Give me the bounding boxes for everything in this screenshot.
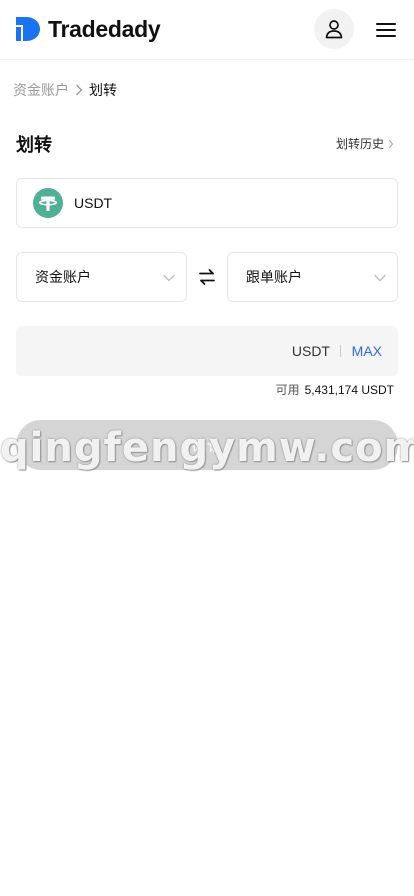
top-nav-bar: Tradedady xyxy=(0,0,414,60)
chevron-right-icon xyxy=(75,84,83,96)
to-account-select[interactable]: 跟单账户 xyxy=(227,252,398,302)
from-account-select[interactable]: 资金账户 xyxy=(16,252,187,302)
transfer-history-link[interactable]: 划转历史 xyxy=(336,135,394,152)
page-title: 划转 xyxy=(16,135,52,156)
max-button[interactable]: MAX xyxy=(352,343,382,359)
chevron-down-icon xyxy=(162,271,176,287)
hamburger-menu-icon xyxy=(376,23,396,37)
available-balance: 可用 5,431,174 USDT xyxy=(276,381,394,398)
tradedady-logo-icon xyxy=(16,17,40,41)
transfer-history-label: 划转历史 xyxy=(335,137,384,151)
brand-logo[interactable]: Tradedady xyxy=(16,16,161,42)
breadcrumb-current: 划转 xyxy=(89,83,117,99)
chevron-right-icon xyxy=(388,139,394,149)
chevron-down-icon xyxy=(373,271,387,287)
breadcrumb-parent-link[interactable]: 资金账户 xyxy=(13,80,69,100)
coin-selector[interactable]: USDT xyxy=(16,178,398,228)
user-account-button[interactable] xyxy=(314,9,354,49)
tether-icon xyxy=(33,188,63,218)
amount-input[interactable] xyxy=(30,326,280,376)
breadcrumb: 资金账户 划转 xyxy=(13,81,117,99)
main-menu-button[interactable] xyxy=(372,18,400,42)
brand-name: Tradedady xyxy=(48,16,161,42)
user-icon xyxy=(325,20,343,39)
to-account-label: 跟单账户 xyxy=(246,270,302,286)
amount-field: USDT MAX xyxy=(16,326,398,376)
available-label: 可用 xyxy=(275,383,300,397)
from-account-label: 资金账户 xyxy=(35,270,91,286)
confirm-button[interactable]: 确认 xyxy=(16,420,398,470)
swap-arrows-icon xyxy=(199,269,215,285)
amount-divider xyxy=(340,345,341,357)
available-amount: 5,431,174 USDT xyxy=(304,382,394,397)
swap-accounts-button[interactable] xyxy=(196,266,218,288)
amount-unit: USDT xyxy=(291,343,330,359)
coin-name: USDT xyxy=(74,195,113,211)
